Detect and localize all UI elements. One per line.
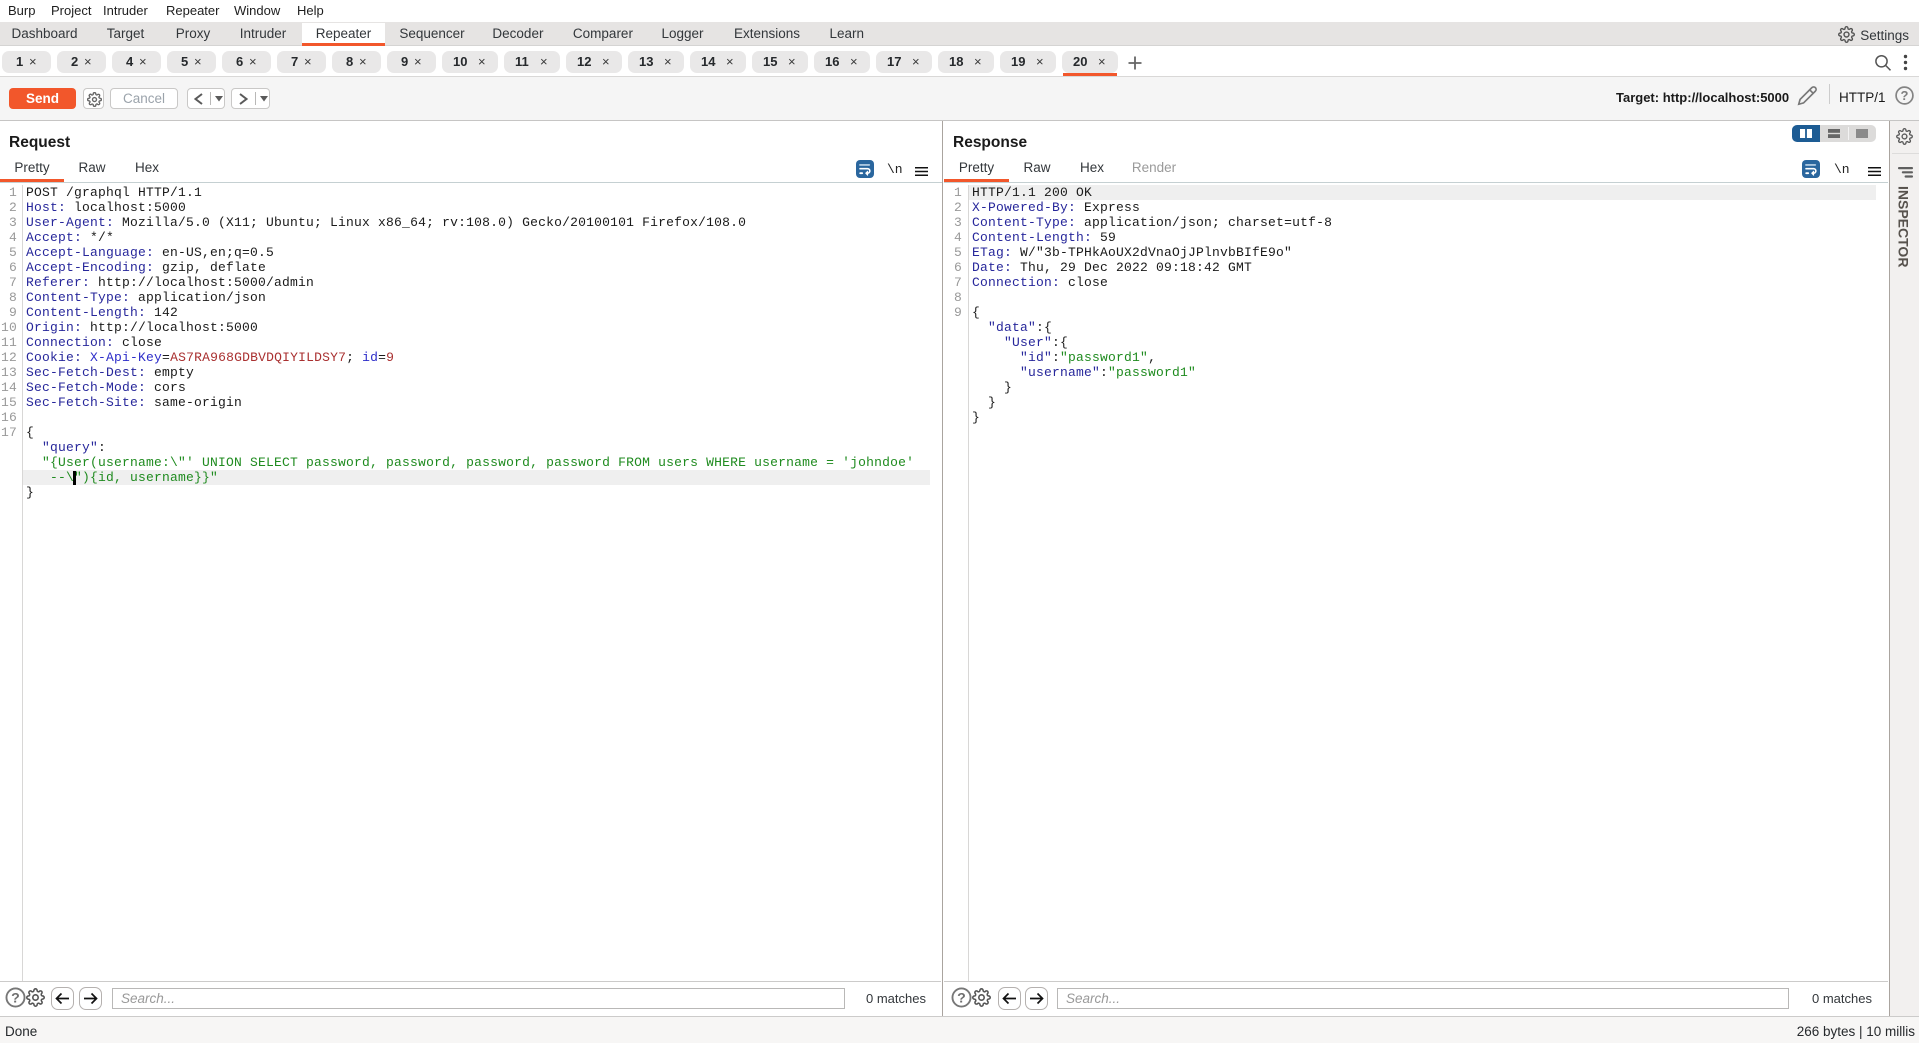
svg-text:?: ? — [957, 991, 966, 1007]
svg-text:?: ? — [11, 991, 20, 1007]
svg-text:?: ? — [1901, 88, 1909, 103]
